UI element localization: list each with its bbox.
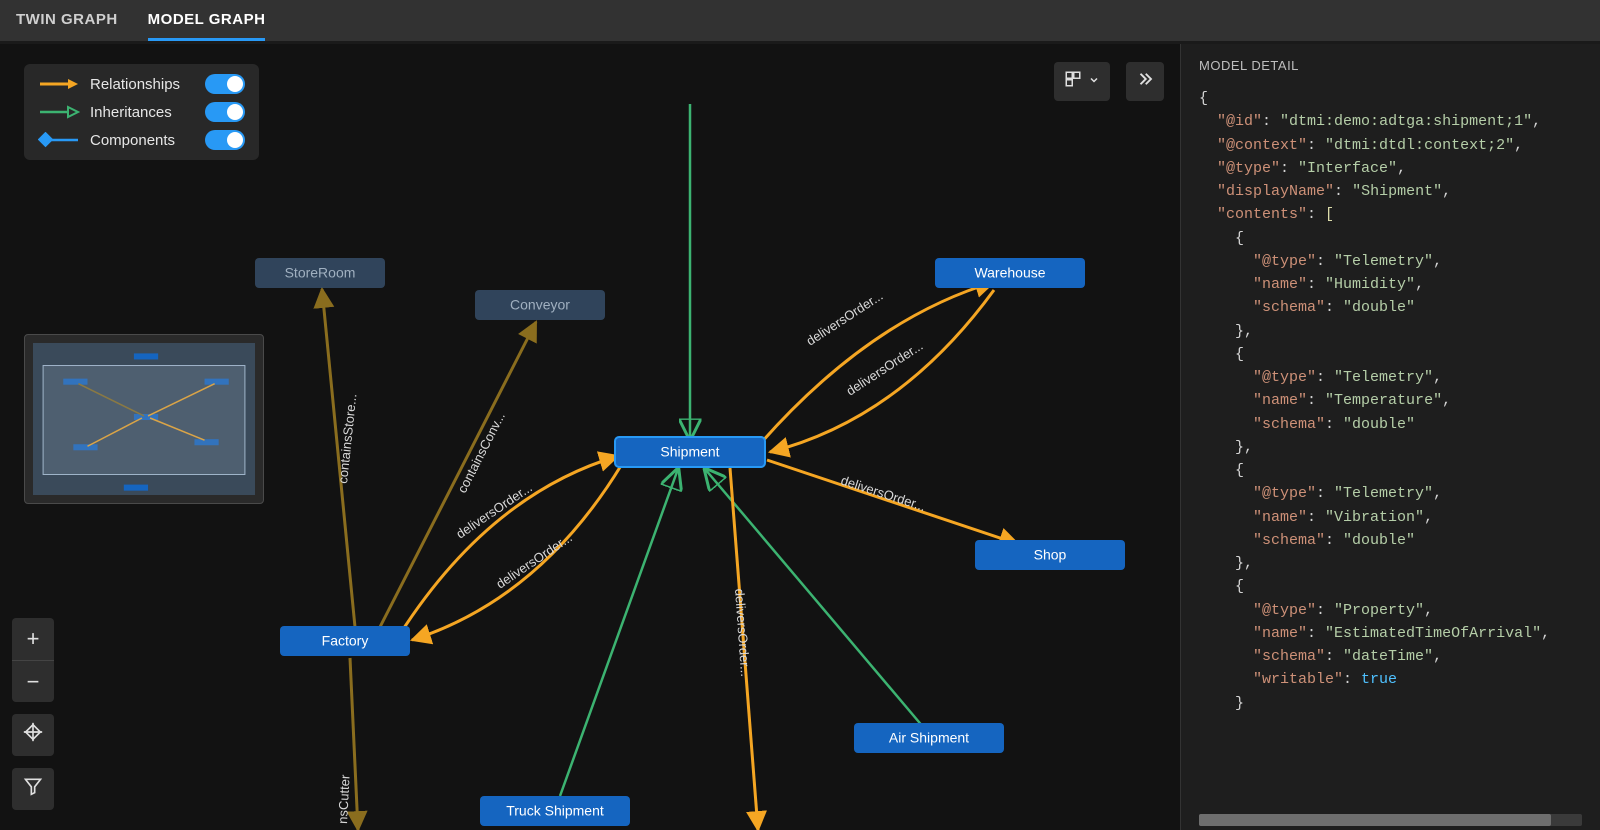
edge-relationship[interactable] (400, 456, 618, 634)
legend-panel: Relationships Inheritances Components (24, 64, 259, 160)
fit-icon (22, 721, 44, 749)
edge-relationship[interactable] (730, 468, 758, 830)
minus-icon: − (27, 669, 40, 695)
inheritance-arrow-icon (38, 104, 80, 120)
layout-icon (1064, 70, 1082, 93)
edge-relationship[interactable] (380, 322, 536, 627)
edge-label: nsCutter (335, 774, 353, 825)
edge-label: containsConv... (454, 410, 508, 496)
scrollbar-horizontal[interactable] (1199, 814, 1582, 826)
layout-button[interactable] (1054, 62, 1110, 101)
node-shop[interactable]: Shop (975, 540, 1125, 570)
edge-relationship[interactable] (767, 460, 1018, 544)
edge-label: deliversOrder... (453, 480, 534, 542)
edge-label: deliversOrder... (493, 530, 574, 592)
detail-panel-title: MODEL DETAIL (1181, 44, 1600, 87)
node-truckshipment[interactable]: Truck Shipment (480, 796, 630, 826)
node-airshipment[interactable]: Air Shipment (854, 723, 1004, 753)
legend-components-label: Components (90, 132, 195, 149)
tab-model-graph[interactable]: MODEL GRAPH (148, 0, 266, 41)
zoom-in-button[interactable]: + (12, 618, 54, 660)
edge-relationship[interactable] (322, 289, 355, 627)
node-storeroom[interactable]: StoreRoom (255, 258, 385, 288)
edge-relationship[interactable] (412, 464, 622, 640)
toggle-components[interactable] (205, 130, 245, 150)
node-factory[interactable]: Factory (280, 626, 410, 656)
edge-relationship[interactable] (770, 290, 994, 452)
filter-button[interactable] (12, 768, 54, 810)
tab-twin-graph[interactable]: TWIN GRAPH (16, 0, 118, 41)
model-json[interactable]: { "@id": "dtmi:demo:adtga:shipment;1", "… (1181, 87, 1600, 830)
node-warehouse[interactable]: Warehouse (935, 258, 1085, 288)
edge-relationship[interactable] (760, 282, 994, 444)
node-conveyor[interactable]: Conveyor (475, 290, 605, 320)
chevron-down-icon (1088, 73, 1100, 91)
edge-inheritance[interactable] (705, 469, 924, 728)
zoom-out-button[interactable]: − (12, 660, 54, 702)
minimap[interactable] (24, 334, 264, 504)
legend-relationships-label: Relationships (90, 76, 195, 93)
edge-label: deliversOrder... (843, 338, 925, 399)
node-shipment[interactable]: Shipment (615, 437, 765, 467)
component-diamond-icon (38, 132, 80, 148)
graph-canvas[interactable]: containsStore... containsConv... deliver… (0, 44, 1180, 830)
edge-relationship[interactable] (350, 658, 358, 830)
toggle-inheritances[interactable] (205, 102, 245, 122)
fit-button[interactable] (12, 714, 54, 756)
detail-panel: MODEL DETAIL { "@id": "dtmi:demo:adtga:s… (1180, 44, 1600, 830)
toggle-relationships[interactable] (205, 74, 245, 94)
tabbar: TWIN GRAPH MODEL GRAPH (0, 0, 1600, 44)
filter-icon (23, 776, 43, 802)
edge-inheritance[interactable] (560, 469, 678, 796)
expand-panel-button[interactable] (1126, 62, 1164, 101)
legend-inheritances-label: Inheritances (90, 104, 195, 121)
relationship-arrow-icon (38, 76, 80, 92)
plus-icon: + (27, 626, 40, 652)
chevron-double-right-icon (1136, 70, 1154, 93)
